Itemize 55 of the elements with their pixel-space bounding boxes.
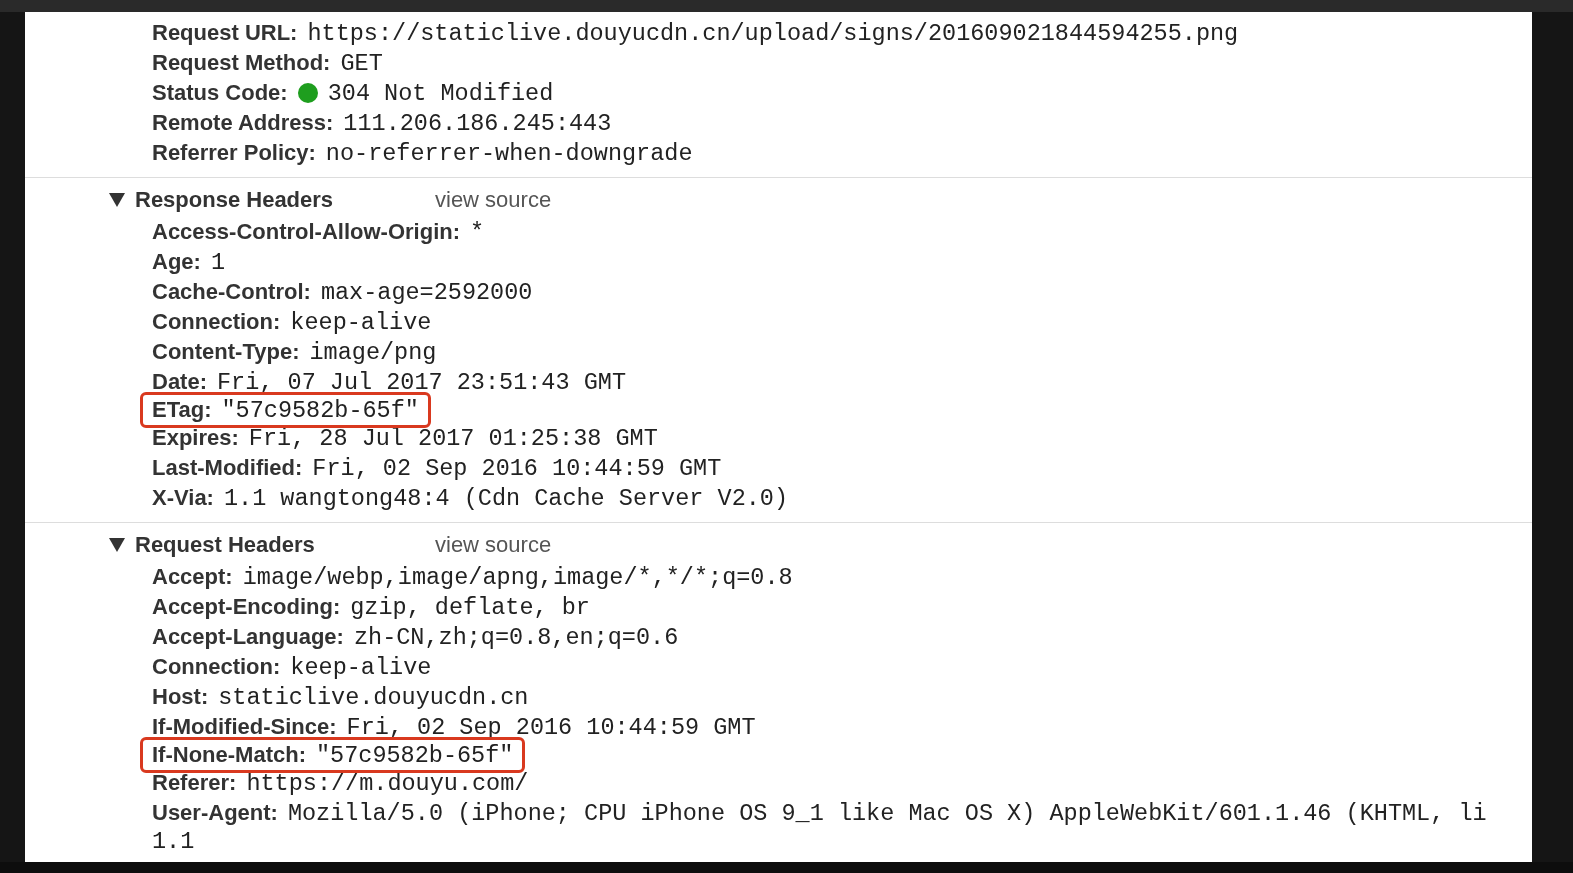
header-value: Fri, 02 Sep 2016 10:44:59 GMT bbox=[346, 713, 756, 741]
header-value: Fri, 28 Jul 2017 01:25:38 GMT bbox=[248, 424, 658, 452]
header-name: Connection: bbox=[152, 654, 281, 680]
header-value: https://staticlive.douyucdn.cn/upload/signs/201609021844594255.png bbox=[307, 19, 1239, 47]
view-source-link[interactable]: view source bbox=[435, 532, 552, 558]
section-title: Response Headers bbox=[135, 187, 335, 213]
header-name: Accept: bbox=[152, 564, 233, 590]
header-name: If-Modified-Since: bbox=[152, 714, 337, 740]
header-value: 111.206.186.245:443 bbox=[343, 109, 612, 137]
header-name: Date: bbox=[152, 369, 207, 395]
header-value: https://m.douyu.com/ bbox=[246, 769, 529, 797]
header-value: 304 Not Modified bbox=[327, 79, 554, 107]
header-name: Request Method: bbox=[152, 50, 331, 76]
header-name: Age: bbox=[152, 249, 201, 275]
header-value: "57c9582b-65f" bbox=[221, 396, 419, 424]
header-value: max-age=2592000 bbox=[320, 278, 533, 306]
section-title: Request Headers bbox=[135, 532, 316, 558]
collapse-triangle-icon[interactable] bbox=[109, 193, 125, 207]
header-name: X-Via: bbox=[152, 485, 214, 511]
header-name: Cache-Control: bbox=[152, 279, 311, 305]
header-value: Mozilla/5.0 (iPhone; CPU iPhone OS 9_1 like Mac OS X) AppleWebKit/601.1.46 (KHTML, li bbox=[287, 799, 1487, 827]
header-value: keep-alive bbox=[290, 653, 432, 681]
header-value: "57c9582b-65f" bbox=[316, 741, 514, 769]
header-name: Referrer Policy: bbox=[152, 140, 316, 166]
header-value: staticlive.douyucdn.cn bbox=[218, 683, 529, 711]
header-value: 1.1 wangtong48:4 (Cdn Cache Server V2.0) bbox=[223, 484, 789, 512]
header-value: GET bbox=[340, 49, 383, 77]
header-name: Status Code: bbox=[152, 80, 288, 106]
header-name: Connection: bbox=[152, 309, 281, 335]
header-value: 1 bbox=[210, 248, 225, 276]
header-value: no-referrer-when-downgrade bbox=[325, 139, 693, 167]
header-value: image/png bbox=[309, 338, 437, 366]
header-name: Host: bbox=[152, 684, 209, 710]
header-name: Accept-Language: bbox=[152, 624, 344, 650]
header-value: Fri, 07 Jul 2017 23:51:43 GMT bbox=[217, 368, 626, 396]
header-value: Fri, 02 Sep 2016 10:44:59 GMT bbox=[312, 454, 722, 482]
view-source-link[interactable]: view source bbox=[435, 187, 552, 213]
header-value: keep-alive bbox=[290, 308, 432, 336]
header-name: Access-Control-Allow-Origin: bbox=[152, 219, 460, 245]
header-value: zh-CN,zh;q=0.8,en;q=0.6 bbox=[353, 623, 679, 651]
header-name: ETag: bbox=[152, 397, 212, 423]
collapse-triangle-icon[interactable] bbox=[109, 538, 125, 552]
header-name: Remote Address: bbox=[152, 110, 334, 136]
header-name: Request URL: bbox=[152, 20, 298, 46]
header-name: Last-Modified: bbox=[152, 455, 303, 481]
header-value: image/webp,image/apng,image/*,*/*;q=0.8 bbox=[242, 563, 793, 591]
header-name: User-Agent: bbox=[152, 800, 278, 826]
header-value: * bbox=[470, 218, 485, 246]
header-name: Accept-Encoding: bbox=[152, 594, 341, 620]
header-name: Expires: bbox=[152, 425, 239, 451]
header-name: Content-Type: bbox=[152, 339, 300, 365]
header-value: 1.1 bbox=[152, 828, 195, 857]
header-name: Referer: bbox=[152, 770, 237, 796]
header-name: If-None-Match: bbox=[152, 742, 306, 768]
header-value: gzip, deflate, br bbox=[350, 593, 590, 621]
